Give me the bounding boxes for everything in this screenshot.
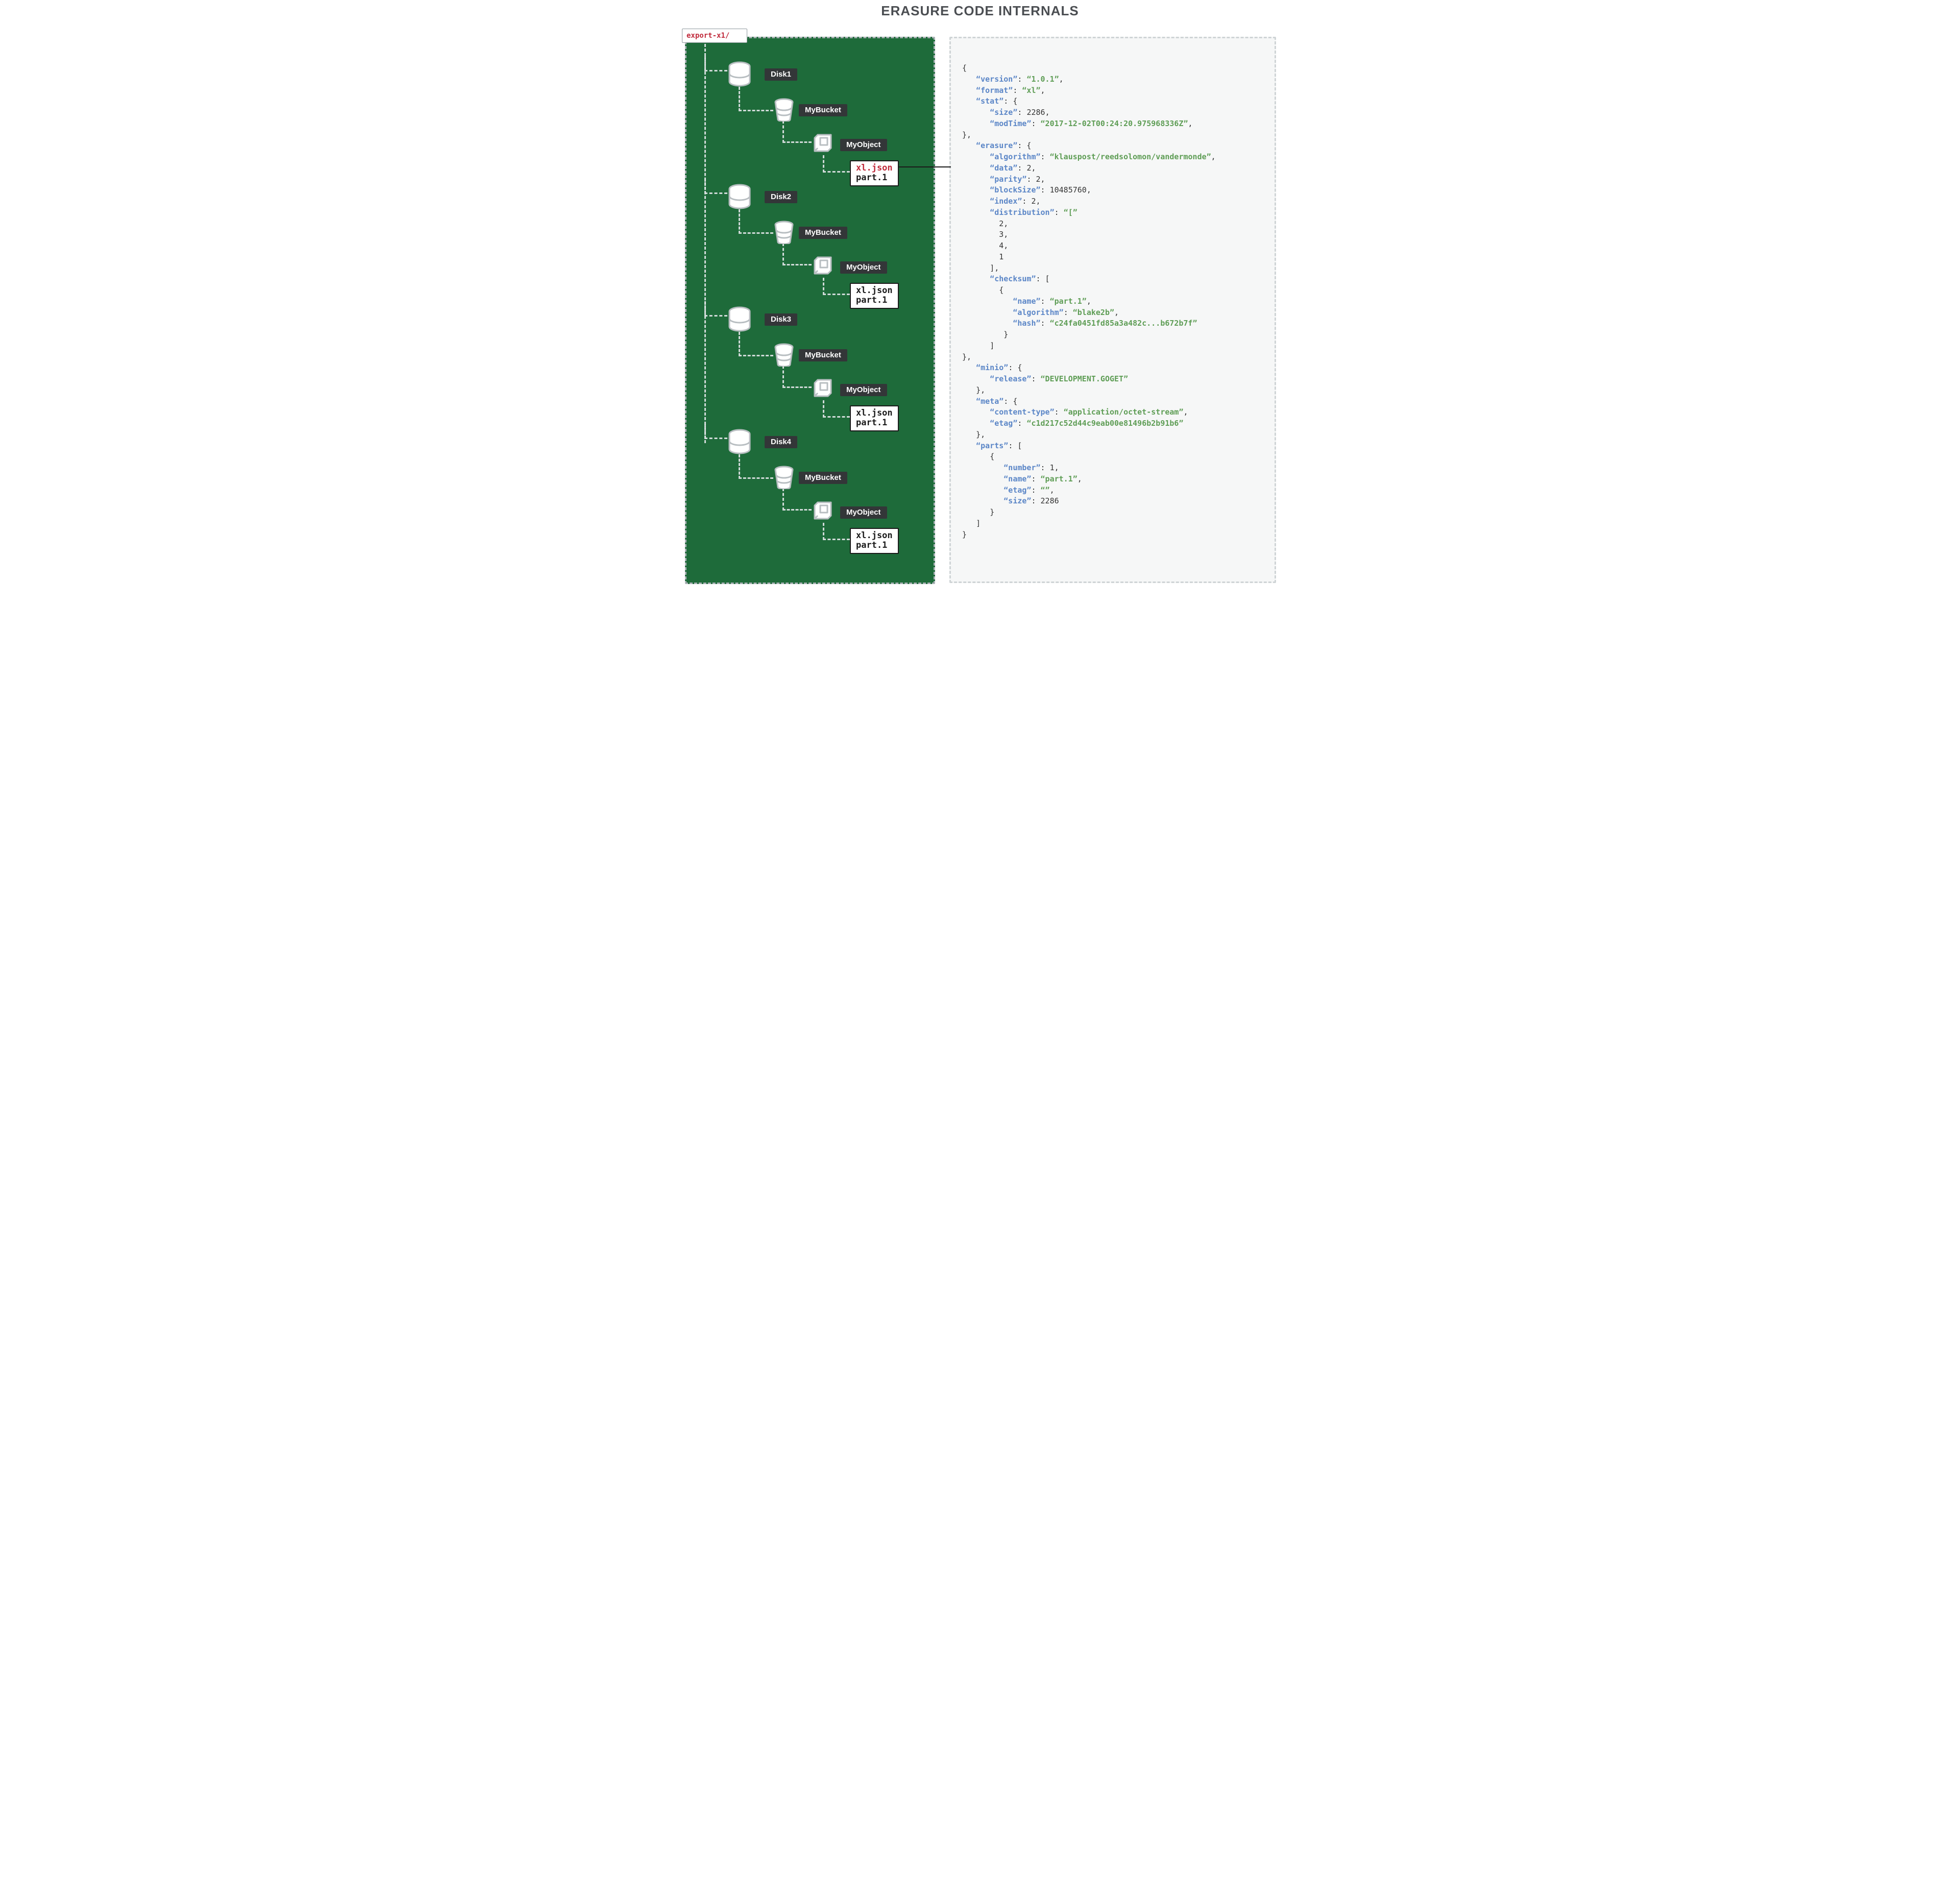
disk-label: Disk4 — [765, 436, 797, 448]
bucket-icon — [773, 343, 795, 367]
disk-icon — [727, 429, 752, 455]
file-part: part.1 — [856, 418, 887, 428]
object-icon — [812, 499, 836, 524]
export-root-label: export-x1/ — [682, 29, 747, 43]
file-xl-json: xl.json — [856, 163, 893, 173]
object-icon — [812, 254, 836, 279]
tree-elbow — [782, 488, 812, 511]
disk-icon — [727, 61, 752, 88]
object-label: MyObject — [840, 384, 887, 396]
tree-elbow — [823, 155, 850, 173]
bucket-icon — [773, 466, 795, 489]
bucket-icon — [773, 221, 795, 244]
tree-elbow — [739, 209, 773, 234]
tree-elbow — [782, 120, 812, 143]
bucket-label: MyBucket — [799, 472, 847, 484]
object-icon — [812, 377, 836, 401]
object-parts-box: xl.json part.1 — [850, 160, 899, 186]
object-parts-box: xl.json part.1 — [850, 528, 899, 554]
tree-elbow — [823, 278, 850, 295]
tree-elbow — [823, 523, 850, 540]
tree-elbow — [704, 424, 727, 439]
object-label: MyObject — [840, 506, 887, 519]
file-xl-json: xl.json — [856, 285, 893, 296]
object-icon — [812, 377, 836, 401]
tree-elbow — [704, 56, 727, 71]
tree-elbow — [739, 87, 773, 111]
object-parts-box: xl.json part.1 — [850, 405, 899, 431]
tree-elbow — [739, 332, 773, 356]
disk-label: Disk3 — [765, 313, 797, 326]
database-icon — [727, 61, 752, 88]
bucket-label: MyBucket — [799, 349, 847, 361]
object-icon — [812, 132, 836, 156]
object-icon — [812, 254, 836, 279]
object-icon — [812, 499, 836, 524]
disk-icon — [727, 306, 752, 333]
object-icon — [812, 132, 836, 156]
object-label: MyObject — [840, 139, 887, 151]
database-icon — [727, 429, 752, 455]
disk-label: Disk1 — [765, 68, 797, 81]
bucket-icon — [773, 98, 795, 122]
tree-elbow — [782, 366, 812, 388]
database-icon — [727, 306, 752, 333]
bucket-icon — [773, 343, 795, 367]
bucket-icon — [773, 221, 795, 244]
tree-elbow — [704, 179, 727, 194]
object-label: MyObject — [840, 261, 887, 274]
bucket-icon — [773, 98, 795, 122]
xl-json-link-line — [899, 166, 951, 167]
disk-icon — [727, 184, 752, 210]
tree-elbow — [782, 243, 812, 265]
tree-elbow — [823, 400, 850, 418]
bucket-label: MyBucket — [799, 227, 847, 239]
bucket-icon — [773, 466, 795, 489]
file-part: part.1 — [856, 295, 887, 305]
tree-spine — [704, 44, 706, 443]
file-xl-json: xl.json — [856, 530, 893, 541]
object-parts-box: xl.json part.1 — [850, 283, 899, 309]
tree-elbow — [704, 301, 727, 317]
disk-label: Disk2 — [765, 191, 797, 203]
bucket-label: MyBucket — [799, 104, 847, 116]
xl-json-panel: { “version”: “1.0.1”, “format”: “xl”, “s… — [949, 37, 1276, 583]
database-icon — [727, 184, 752, 210]
tree-elbow — [739, 454, 773, 479]
page-title: ERASURE CODE INTERNALS — [674, 3, 1286, 19]
file-part: part.1 — [856, 173, 887, 183]
file-part: part.1 — [856, 540, 887, 550]
file-xl-json: xl.json — [856, 408, 893, 418]
